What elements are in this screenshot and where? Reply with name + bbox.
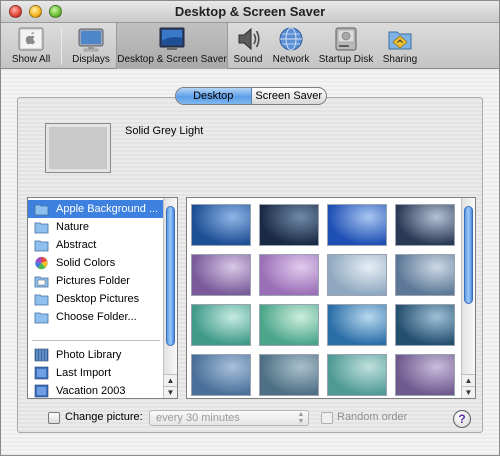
folder-icon bbox=[34, 204, 49, 216]
source-item-solid-colors[interactable]: Solid Colors bbox=[28, 254, 164, 272]
tab-screen-saver[interactable]: Screen Saver bbox=[252, 88, 327, 104]
toolbar-desktop-screen-saver[interactable]: Desktop & Screen Saver bbox=[116, 23, 228, 69]
source-item-vacation-2003[interactable]: Vacation 2003 bbox=[28, 382, 164, 400]
title-bar[interactable]: Desktop & Screen Saver bbox=[1, 1, 499, 23]
toolbar-show-all[interactable]: Show All bbox=[3, 23, 59, 69]
wallpaper-thumbnail[interactable] bbox=[259, 254, 319, 296]
random-order-label: Random order bbox=[337, 411, 408, 423]
source-item-pictures-folder[interactable]: Pictures Folder bbox=[28, 272, 164, 290]
toolbar-sharing[interactable]: Sharing bbox=[378, 23, 422, 69]
change-picture-label: Change picture: bbox=[65, 411, 143, 423]
change-interval-popup[interactable]: every 30 minutes ▲ ▼ bbox=[149, 410, 309, 426]
help-button[interactable]: ? bbox=[453, 410, 471, 428]
scroll-down-arrow[interactable]: ▼ bbox=[462, 386, 475, 398]
source-item-last-import[interactable]: Last Import bbox=[28, 364, 164, 382]
toolbar-label: Desktop & Screen Saver bbox=[117, 54, 227, 65]
folder-icon bbox=[34, 222, 49, 234]
wallpaper-thumbnail[interactable] bbox=[395, 254, 455, 296]
wallpaper-thumbnail[interactable] bbox=[191, 354, 251, 396]
scroll-thumb[interactable] bbox=[464, 206, 473, 304]
album-icon bbox=[34, 384, 49, 398]
window-title: Desktop & Screen Saver bbox=[174, 4, 326, 19]
source-item-abstract[interactable]: Abstract bbox=[28, 236, 164, 254]
wallpaper-thumbnail[interactable] bbox=[327, 254, 387, 296]
source-item-choose-folder[interactable]: Choose Folder... bbox=[28, 308, 164, 326]
folder-icon bbox=[34, 294, 49, 306]
wallpaper-thumbnail[interactable] bbox=[259, 304, 319, 346]
source-label: Photo Library bbox=[56, 349, 122, 361]
wallpaper-thumbnail[interactable] bbox=[259, 354, 319, 396]
toolbar-sound[interactable]: Sound bbox=[230, 23, 266, 69]
scroll-down-arrow[interactable]: ▼ bbox=[164, 386, 177, 398]
random-order-checkbox[interactable] bbox=[321, 412, 333, 424]
source-label: Solid Colors bbox=[56, 257, 116, 269]
source-label: Vacation 2003 bbox=[56, 385, 126, 397]
source-label: Choose Folder... bbox=[56, 311, 137, 323]
globe-icon bbox=[279, 27, 303, 51]
source-list-scrollbar[interactable]: ▲ ▼ bbox=[163, 198, 177, 398]
wallpaper-thumbnail[interactable] bbox=[395, 304, 455, 346]
tab-desktop[interactable]: Desktop bbox=[176, 88, 252, 104]
toolbar: Show All Displays Desktop & Screen Saver bbox=[1, 23, 499, 69]
toolbar-label: Sound bbox=[233, 54, 263, 65]
wallpaper-thumbnail[interactable] bbox=[327, 204, 387, 246]
display-icon bbox=[78, 28, 104, 52]
current-picture-name: Solid Grey Light bbox=[125, 125, 204, 137]
toolbar-separator bbox=[61, 27, 62, 65]
wallpaper-thumbnail[interactable] bbox=[395, 204, 455, 246]
toolbar-label: Startup Disk bbox=[318, 54, 374, 65]
picture-grid[interactable]: ▲ ▼ bbox=[186, 197, 476, 399]
source-label: Abstract bbox=[56, 239, 97, 251]
toolbar-displays[interactable]: Displays bbox=[67, 23, 115, 69]
source-label: Last Import bbox=[56, 367, 112, 379]
source-item-apple-background[interactable]: Apple Background ... bbox=[28, 200, 164, 218]
desktop-icon bbox=[159, 27, 185, 50]
wallpaper-thumbnail[interactable] bbox=[327, 304, 387, 346]
source-label: Pictures Folder bbox=[56, 275, 130, 287]
wallpaper-thumbnail[interactable] bbox=[191, 304, 251, 346]
picture-source-list[interactable]: Apple Background ... Nature Abstract Sol… bbox=[27, 197, 178, 399]
apple-icon bbox=[18, 27, 44, 51]
picture-grid-scrollbar[interactable]: ▲ ▼ bbox=[461, 198, 475, 398]
wallpaper-thumbnail[interactable] bbox=[259, 204, 319, 246]
toolbar-label: Sharing bbox=[382, 54, 418, 65]
toolbar-label: Network bbox=[272, 54, 310, 65]
source-item-photo-library[interactable]: Photo Library bbox=[28, 346, 164, 364]
toolbar-label: Show All bbox=[11, 54, 51, 65]
album-icon bbox=[34, 366, 49, 380]
wallpaper-thumbnail[interactable] bbox=[327, 354, 387, 396]
interval-value: every 30 minutes bbox=[156, 412, 240, 424]
wallpaper-thumbnail[interactable] bbox=[395, 354, 455, 396]
color-wheel-icon bbox=[35, 256, 48, 270]
folder-icon bbox=[34, 240, 49, 252]
tab-control: Desktop Screen Saver bbox=[175, 87, 327, 105]
toolbar-label: Displays bbox=[72, 54, 110, 65]
scroll-up-arrow[interactable]: ▲ bbox=[462, 374, 475, 386]
wallpaper-thumbnail[interactable] bbox=[191, 204, 251, 246]
hard-disk-icon bbox=[335, 27, 357, 51]
folder-icon bbox=[34, 312, 49, 324]
speaker-icon bbox=[238, 27, 260, 51]
source-item-nature[interactable]: Nature bbox=[28, 218, 164, 236]
scroll-thumb[interactable] bbox=[166, 206, 175, 346]
source-label: Desktop Pictures bbox=[56, 293, 140, 305]
toolbar-startup-disk[interactable]: Startup Disk bbox=[316, 23, 376, 69]
toolbar-network[interactable]: Network bbox=[268, 23, 314, 69]
source-item-desktop-pictures[interactable]: Desktop Pictures bbox=[28, 290, 164, 308]
change-picture-checkbox[interactable] bbox=[48, 412, 60, 424]
preferences-window: Desktop & Screen Saver Show All Displays bbox=[0, 0, 500, 456]
desktop-preview-well[interactable] bbox=[45, 123, 111, 173]
source-list-divider bbox=[32, 340, 160, 341]
source-label: Nature bbox=[56, 221, 90, 233]
sharing-folder-icon bbox=[388, 31, 412, 50]
source-label: Apple Background ... bbox=[56, 203, 159, 215]
scroll-up-arrow[interactable]: ▲ bbox=[164, 374, 177, 386]
photo-library-icon bbox=[34, 348, 49, 362]
popup-arrows-icon: ▲ ▼ bbox=[297, 411, 305, 425]
pictures-folder-icon bbox=[34, 276, 49, 288]
wallpaper-thumbnail[interactable] bbox=[191, 254, 251, 296]
